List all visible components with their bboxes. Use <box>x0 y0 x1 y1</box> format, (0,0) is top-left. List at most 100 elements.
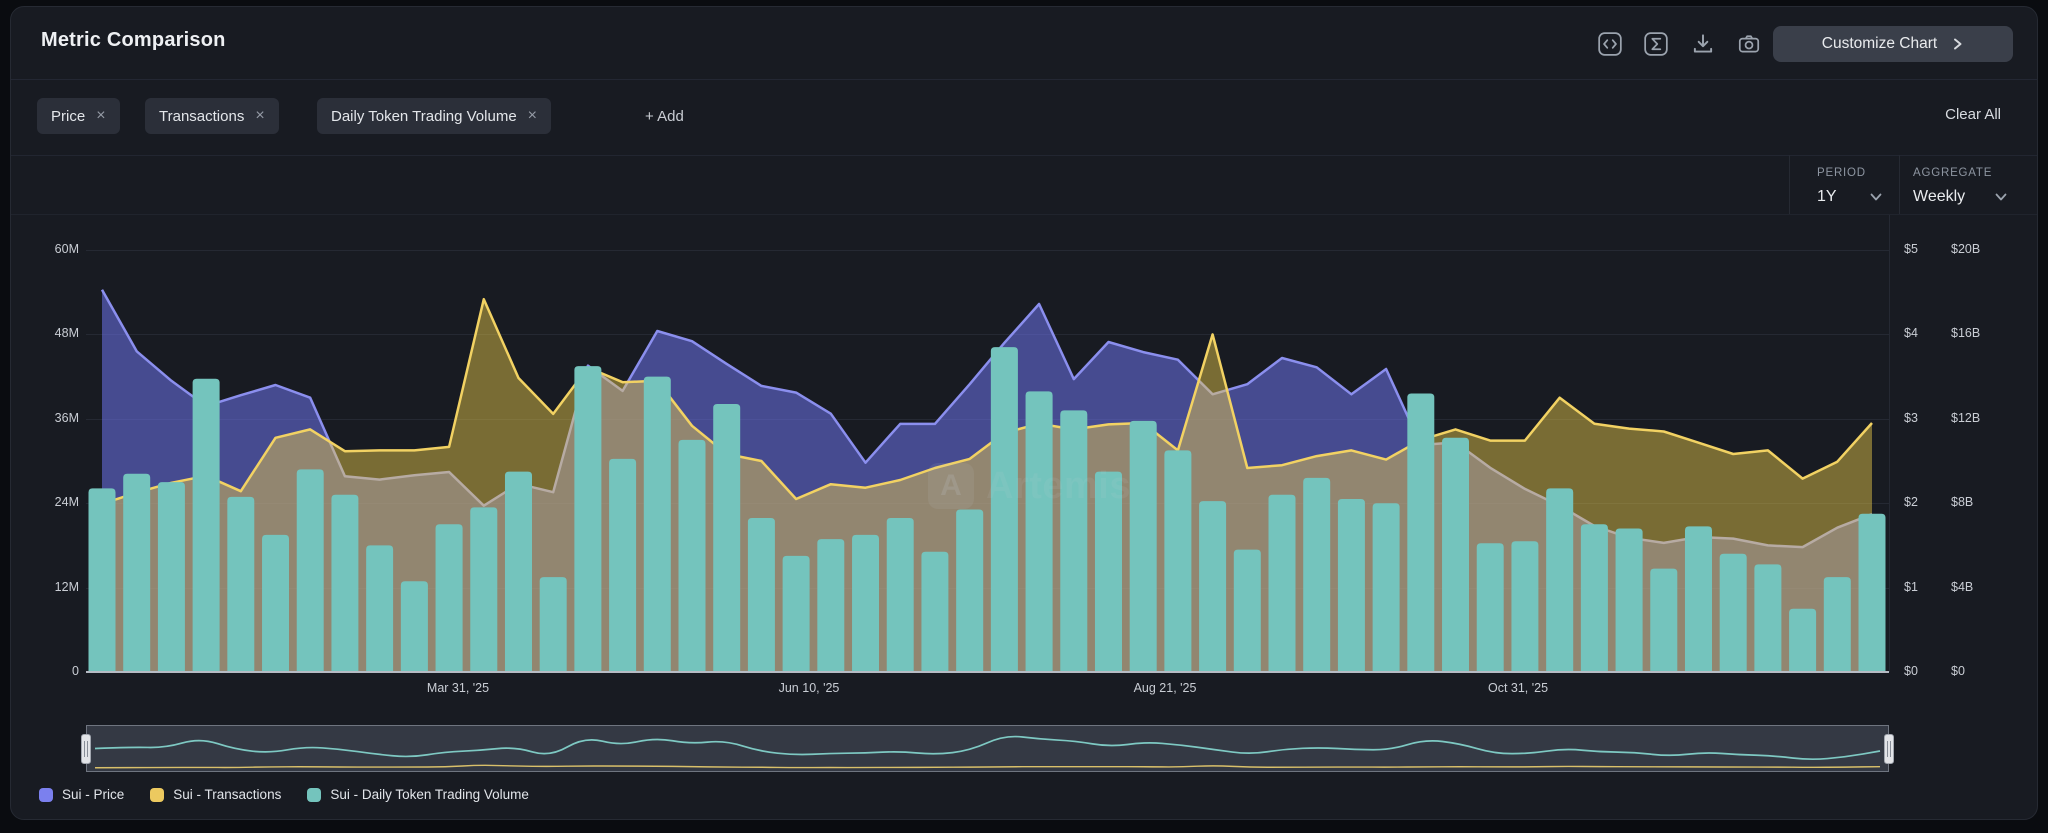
controls-divider <box>1899 155 1900 214</box>
volume-bar <box>1580 524 1608 672</box>
volume-bar <box>1233 549 1261 672</box>
volume-bar <box>817 539 845 672</box>
brush-handle-left[interactable] <box>81 734 91 764</box>
grip-icon <box>1887 741 1891 757</box>
right-volume-axis-tick: $12B <box>1951 411 1981 425</box>
volume-swatch-icon <box>307 787 322 802</box>
screenshot-icon[interactable] <box>1734 29 1764 59</box>
period-select[interactable]: 1Y <box>1817 188 1883 206</box>
volume-bar <box>1684 526 1712 672</box>
clear-all-button[interactable]: Clear All <box>1939 105 2007 124</box>
page-title: Metric Comparison <box>41 29 226 51</box>
volume-bar <box>435 524 463 672</box>
right-price-axis-tick: $1 <box>1904 580 1918 594</box>
metric-chip-volume[interactable]: Daily Token Trading Volume × <box>317 98 552 134</box>
volume-bar <box>400 581 428 672</box>
volume-bar <box>1858 513 1886 672</box>
volume-bar <box>262 534 289 672</box>
left-axis-tick: 60M <box>54 242 79 256</box>
period-label: PERIOD <box>1817 167 1866 179</box>
chip-label: Daily Token Trading Volume <box>331 107 517 125</box>
volume-bar <box>678 439 706 672</box>
left-axis-tick: 24M <box>54 495 79 509</box>
remove-chip-icon[interactable]: × <box>255 108 264 124</box>
volume-bar <box>956 509 984 672</box>
legend-label: Sui - Price <box>62 787 125 802</box>
volume-bar <box>504 471 532 672</box>
legend-label: Sui - Transactions <box>173 787 282 802</box>
x-axis-tick: Jun 10, '25 <box>778 681 840 695</box>
volume-bar <box>539 577 567 672</box>
customize-chart-label: Customize Chart <box>1821 35 1938 52</box>
right-volume-axis-tick: $8B <box>1951 495 1974 509</box>
metric-comparison-panel: Metric Comparison Customize Chart Price … <box>10 6 2038 820</box>
volume-bar <box>747 518 775 672</box>
embed-code-icon[interactable] <box>1595 29 1625 59</box>
volume-bar <box>1199 501 1227 672</box>
chip-label: Price <box>51 107 86 125</box>
metric-chip-transactions[interactable]: Transactions × <box>145 98 279 134</box>
aggregate-value: Weekly <box>1913 188 1966 205</box>
chevron-right-icon <box>1954 38 1962 50</box>
right-price-axis-tick: $4 <box>1904 326 1918 340</box>
left-axis-tick: 48M <box>54 326 79 340</box>
filters-divider <box>11 155 2037 156</box>
volume-bar <box>1060 410 1088 672</box>
aggregate-label: AGGREGATE <box>1913 167 1993 179</box>
brush-volume-line <box>94 735 1881 761</box>
volume-bar <box>713 404 741 672</box>
range-brush[interactable] <box>86 725 1889 772</box>
volume-bar <box>123 473 151 672</box>
metric-chip-price[interactable]: Price × <box>37 98 120 134</box>
formula-icon[interactable] <box>1641 29 1671 59</box>
volume-bar <box>1268 494 1296 672</box>
left-axis-tick: 12M <box>54 580 79 594</box>
controls-divider <box>1789 155 1790 214</box>
right-volume-axis-tick: $4B <box>1951 580 1974 594</box>
right-price-axis-tick: $5 <box>1904 242 1918 256</box>
volume-bar <box>1511 541 1539 672</box>
right-price-axis-tick: $2 <box>1904 495 1918 509</box>
left-axis-tick: 0 <box>72 664 79 678</box>
period-value: 1Y <box>1817 188 1837 205</box>
volume-bar <box>609 458 637 672</box>
volume-bar <box>1754 564 1782 672</box>
volume-bar <box>470 507 498 672</box>
transactions-swatch-icon <box>150 787 165 802</box>
plot-right-border <box>1889 215 1890 672</box>
header-divider <box>11 79 2037 80</box>
volume-bar <box>1303 477 1331 672</box>
remove-chip-icon[interactable]: × <box>528 108 537 124</box>
volume-bar <box>1129 420 1157 672</box>
legend-item-transactions[interactable]: Sui - Transactions <box>150 787 281 802</box>
volume-bar <box>1372 503 1400 672</box>
volume-bar <box>886 518 914 672</box>
right-price-axis-tick: $0 <box>1904 664 1918 678</box>
legend-item-volume[interactable]: Sui - Daily Token Trading Volume <box>307 787 529 802</box>
volume-bar <box>1407 393 1435 672</box>
volume-bar <box>1789 608 1817 672</box>
brush-handle-right[interactable] <box>1884 734 1894 764</box>
add-metric-button[interactable]: + Add <box>639 98 690 134</box>
right-volume-axis-tick: $0 <box>1951 664 1965 678</box>
volume-bar <box>1823 577 1851 672</box>
x-axis-tick: Aug 21, '25 <box>1133 681 1197 695</box>
chart-legend: Sui - Price Sui - Transactions Sui - Dai… <box>39 787 529 802</box>
price-swatch-icon <box>39 787 53 802</box>
volume-bar <box>782 555 810 672</box>
volume-bar <box>1546 488 1574 672</box>
volume-bar <box>296 469 324 672</box>
download-icon[interactable] <box>1688 29 1718 59</box>
aggregate-select[interactable]: Weekly <box>1913 188 2008 206</box>
volume-bar <box>157 482 185 672</box>
remove-chip-icon[interactable]: × <box>96 108 105 124</box>
chevron-down-icon <box>1995 193 2007 201</box>
volume-bar <box>990 347 1018 672</box>
chevron-down-icon <box>1870 193 1882 201</box>
customize-chart-button[interactable]: Customize Chart <box>1773 26 2013 62</box>
legend-item-price[interactable]: Sui - Price <box>39 787 124 802</box>
volume-bar <box>1650 568 1678 672</box>
volume-bar <box>331 494 359 672</box>
volume-bar <box>1615 528 1643 672</box>
comparison-chart[interactable] <box>86 235 1889 672</box>
